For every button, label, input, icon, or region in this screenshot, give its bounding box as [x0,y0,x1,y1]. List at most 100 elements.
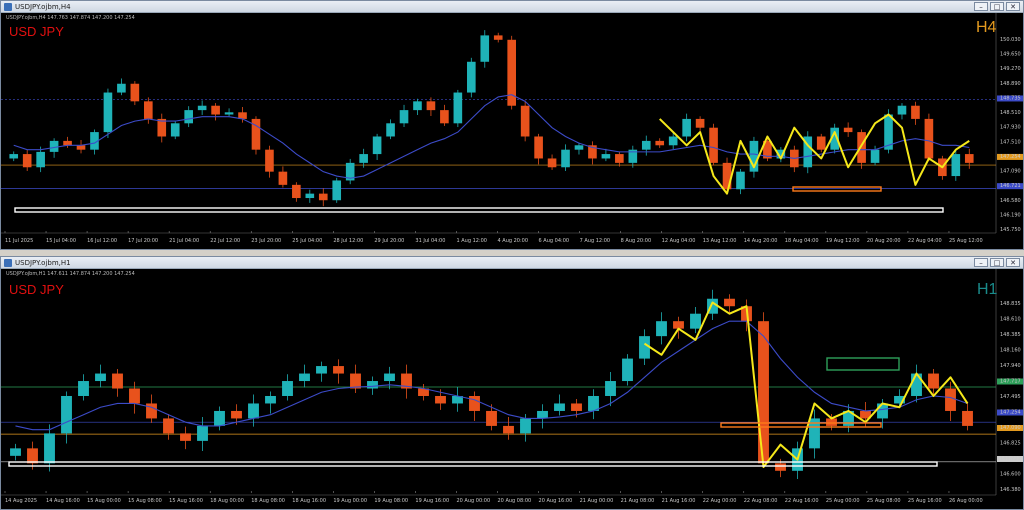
candle-body [537,410,548,419]
symbol-label: USD JPY [9,282,64,297]
candle [507,35,516,110]
candle [924,113,934,162]
candle-body [554,403,565,411]
time-tick-label: 25 Aug 16:00 [908,498,942,504]
candle [803,131,813,174]
candle-body [316,366,327,374]
candle-body [520,105,530,137]
price-tick-label: 147.254 [1000,410,1021,416]
h1-window-titlebar[interactable]: USDJPY.ojbm,H1 – □ ✕ [1,257,1023,269]
candle-body [117,83,126,93]
candle-body [758,321,769,464]
price-tick-label: 146.380 [1000,487,1021,493]
candle-body [639,336,650,359]
candle-body [924,118,934,159]
timeframe-label: H4 [976,19,997,36]
time-tick-label: 19 Aug 12:00 [826,238,860,244]
time-tick-label: 22 Aug 04:00 [908,238,942,244]
candle-body [413,101,422,111]
candle-body [63,140,72,146]
candle-body [493,35,503,40]
close-button[interactable]: ✕ [1006,258,1020,267]
time-tick-label: 22 Aug 16:00 [785,498,819,504]
candle-body [399,110,409,124]
candle-body [76,145,86,150]
candle-body [605,381,616,396]
price-tick-label: 147.090 [1000,425,1021,431]
price-tick-label: 148.890 [1000,81,1021,87]
price-tick-label: 146.580 [1000,198,1021,204]
candle-body [95,373,106,382]
candle-body [112,373,123,389]
candle [749,136,759,178]
time-tick-label: 31 Jul 04:00 [415,238,445,244]
candle-body [673,321,684,329]
h4-chart-window[interactable]: USDJPY.ojbm,H4 – □ ✕ USDJPY.ojbm,H4 147.… [0,0,1024,250]
candle-body [248,403,259,419]
close-button[interactable]: ✕ [1006,2,1020,11]
candle-body [843,127,853,133]
candle-body [453,92,463,124]
candle-body [318,193,328,201]
h4-window-titlebar[interactable]: USDJPY.ojbm,H4 – □ ✕ [1,1,1023,13]
candle-body [709,127,718,163]
time-tick-label: 19 Aug 00:00 [333,498,367,504]
candle-body [897,105,907,115]
candle-body [44,433,55,464]
ohlc-readout: USDJPY.ojbm,H1 147.611 147.874 147.200 1… [6,271,135,277]
candle-body [857,132,866,163]
time-tick-label: 18 Aug 00:00 [210,498,244,504]
candle-body [486,410,497,426]
candle-body [480,35,490,62]
candle [103,88,113,139]
candle-body [682,118,691,137]
time-tick-label: 15 Jul 04:00 [46,238,76,244]
time-tick-label: 4 Aug 20:00 [498,238,529,244]
price-tick-label: 147.717 [1000,379,1021,385]
time-tick-label: 20 Aug 00:00 [456,498,490,504]
candle-body [695,118,705,128]
candle-body [372,136,382,155]
candle-body [736,171,745,190]
maximize-button[interactable]: □ [990,2,1004,11]
candle-body [690,313,701,329]
candle-body [305,193,315,199]
candle-body [877,403,888,419]
time-tick-label: 22 Jul 12:00 [210,238,240,244]
price-tick-label: 150.030 [1000,37,1021,43]
price-tick-label: 149.650 [1000,52,1021,58]
candle-body [214,410,225,426]
h4-window-title: USDJPY.ojbm,H4 [15,3,71,11]
time-tick-label: 21 Aug 16:00 [662,498,696,504]
candle-body [367,381,378,389]
maximize-button[interactable]: □ [990,258,1004,267]
candle-body [265,149,274,172]
h4-price-chart[interactable]: USDJPY.ojbm,H4 147.763 147.874 147.200 1… [1,13,1023,249]
minimize-button[interactable]: – [974,258,988,267]
candle-body [61,395,72,434]
candle-body [561,149,570,168]
time-tick-label: 15 Aug 16:00 [169,498,203,504]
candle-body [163,418,174,434]
candle-body [386,123,395,137]
time-tick-label: 11 Jul 2025 [5,238,33,244]
candle-body [601,154,611,159]
candle-body [911,105,920,119]
minimize-button[interactable]: – [974,2,988,11]
candle-body [333,366,344,374]
price-tick-label: 147.495 [1000,394,1021,400]
h1-chart-window[interactable]: USDJPY.ojbm,H1 – □ ✕ USDJPY.ojbm,H1 147.… [0,256,1024,510]
time-tick-label: 1 Aug 12:00 [456,238,487,244]
candle-body [278,171,288,185]
h1-price-chart[interactable]: USDJPY.ojbm,H1 147.611 147.874 147.200 1… [1,269,1023,509]
candle-body [467,61,476,93]
time-tick-label: 25 Jul 04:00 [292,238,322,244]
candle-body [656,321,667,337]
price-tick-label: 147.930 [1000,125,1021,131]
time-tick-label: 22 Aug 08:00 [744,498,778,504]
time-tick-label: 29 Jul 20:00 [374,238,404,244]
candle-body [146,403,157,419]
candle [332,177,342,203]
chart-background [1,269,1023,509]
candle-body [615,154,624,163]
